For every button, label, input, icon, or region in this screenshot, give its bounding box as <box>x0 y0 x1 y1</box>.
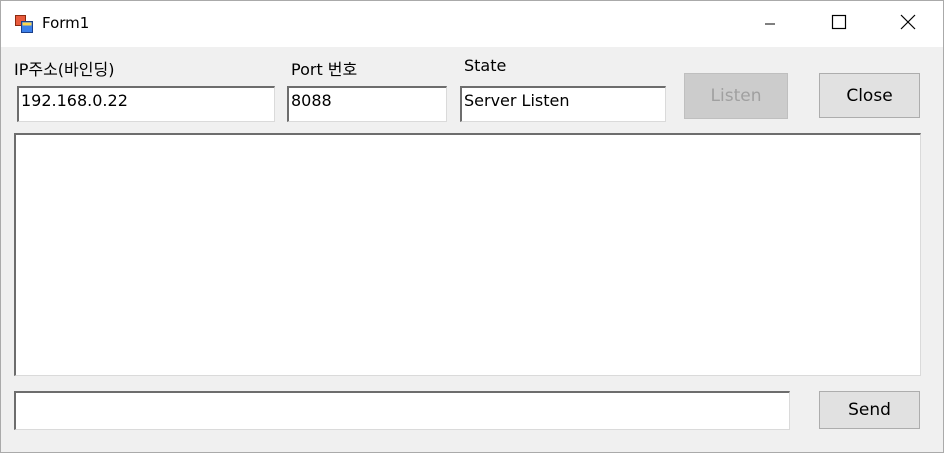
ip-input[interactable]: 192.168.0.22 <box>17 86 275 122</box>
state-label: State <box>464 56 507 75</box>
window-title: Form1 <box>42 14 90 32</box>
listen-button[interactable]: Listen <box>684 73 788 119</box>
send-input[interactable] <box>14 391 790 430</box>
minimize-button[interactable] <box>747 1 793 47</box>
port-input[interactable]: 8088 <box>287 86 447 122</box>
maximize-button[interactable] <box>816 1 862 47</box>
close-icon <box>900 14 916 34</box>
maximize-icon <box>831 14 847 34</box>
message-log[interactable] <box>14 133 921 376</box>
close-window-button[interactable] <box>885 1 931 47</box>
ip-label: IP주소(바인딩) <box>14 60 115 79</box>
title-bar[interactable]: Form1 <box>1 1 943 47</box>
minimize-icon <box>764 15 776 34</box>
port-label: Port 번호 <box>291 60 358 79</box>
close-button[interactable]: Close <box>819 73 920 118</box>
form-app-icon <box>15 15 33 33</box>
send-button[interactable]: Send <box>819 391 920 429</box>
state-field[interactable]: Server Listen <box>460 86 666 122</box>
form1-window: Form1 IP주소(바인딩) 192.168.0.22 Port 번호 808… <box>0 0 944 453</box>
